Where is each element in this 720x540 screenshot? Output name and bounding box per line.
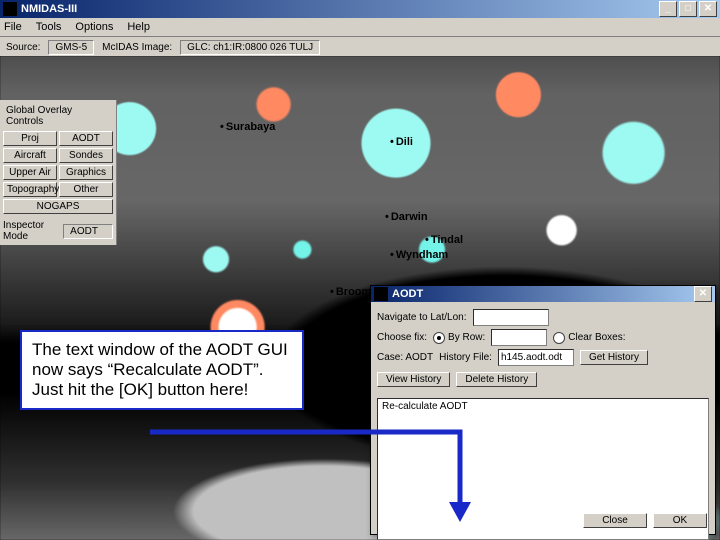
maximize-button[interactable]: □ <box>679 1 697 17</box>
menu-help[interactable]: Help <box>127 21 150 33</box>
annotation-text: The text window of the AODT GUI now says… <box>32 340 288 399</box>
ctrl-topo[interactable]: Topography <box>3 182 57 197</box>
overlay-controls-title: Global Overlay Controls <box>3 103 113 131</box>
label-tindal: Tindal <box>425 234 463 246</box>
ctrl-aircraft[interactable]: Aircraft <box>3 148 57 163</box>
menu-tools[interactable]: Tools <box>36 21 62 33</box>
inspector-mode-value[interactable]: AODT <box>63 224 113 239</box>
label-surabaya: Surabaya <box>220 121 275 133</box>
image-value: GLC: ch1:IR:0800 026 TULJ <box>180 40 320 55</box>
app-title: NMIDAS-III <box>21 3 77 15</box>
image-label: McIDAS Image: <box>102 42 172 53</box>
ctrl-other[interactable]: Other <box>59 182 113 197</box>
aodt-title-bar: AODT ✕ <box>371 286 715 302</box>
aodt-title: AODT <box>392 288 423 300</box>
view-history-button[interactable]: View History <box>377 372 450 387</box>
radio-clearboxes[interactable]: Clear Boxes: <box>553 332 625 344</box>
radio-byrow[interactable]: By Row: <box>433 332 485 344</box>
label-wyndham: Wyndham <box>390 249 448 261</box>
app-icon <box>3 2 17 16</box>
source-label: Source: <box>6 42 40 53</box>
nav-latlon-label: Navigate to Lat/Lon: <box>377 312 467 323</box>
ctrl-graphics[interactable]: Graphics <box>59 165 113 180</box>
menu-bar: File Tools Options Help <box>0 18 720 37</box>
aodt-window-icon <box>374 287 388 301</box>
source-value: GMS-5 <box>48 40 94 55</box>
close-button[interactable]: ✕ <box>699 1 717 17</box>
inspector-mode-label: Inspector Mode <box>3 220 59 242</box>
del-history-button[interactable]: Delete History <box>456 372 537 387</box>
ctrl-proj[interactable]: Proj <box>3 131 57 146</box>
slide-annotation: The text window of the AODT GUI now says… <box>20 330 304 410</box>
ctrl-aodt[interactable]: AODT <box>59 131 113 146</box>
overlay-controls-panel: Global Overlay Controls Proj AODT Aircra… <box>0 100 117 245</box>
minimize-button[interactable]: _ <box>659 1 677 17</box>
byrow-input[interactable] <box>491 329 547 346</box>
case-label: Case: AODT <box>377 352 433 363</box>
main-title-bar: NMIDAS-III _ □ ✕ <box>0 0 720 18</box>
nav-latlon-input[interactable] <box>473 309 549 326</box>
label-dili: Dili <box>390 136 413 148</box>
dialog-close-button[interactable]: Close <box>583 513 647 528</box>
histfile-label: History File: <box>439 352 492 363</box>
dialog-ok-button[interactable]: OK <box>653 513 707 528</box>
menu-options[interactable]: Options <box>75 21 113 33</box>
aodt-dialog: AODT ✕ Navigate to Lat/Lon: Choose fix: … <box>370 285 716 535</box>
menu-file[interactable]: File <box>4 21 22 33</box>
aodt-text-line: Re-calculate AODT <box>382 401 468 412</box>
status-row: Source: GMS-5 McIDAS Image: GLC: ch1:IR:… <box>0 37 720 58</box>
histfile-input[interactable] <box>498 349 574 366</box>
ctrl-upperair[interactable]: Upper Air <box>3 165 57 180</box>
label-darwin: Darwin <box>385 211 428 223</box>
choose-fix-label: Choose fix: <box>377 332 427 343</box>
aodt-close-x[interactable]: ✕ <box>694 286 712 302</box>
ctrl-nogaps[interactable]: NOGAPS <box>3 199 113 214</box>
ctrl-sondes[interactable]: Sondes <box>59 148 113 163</box>
get-history-button[interactable]: Get History <box>580 350 648 365</box>
